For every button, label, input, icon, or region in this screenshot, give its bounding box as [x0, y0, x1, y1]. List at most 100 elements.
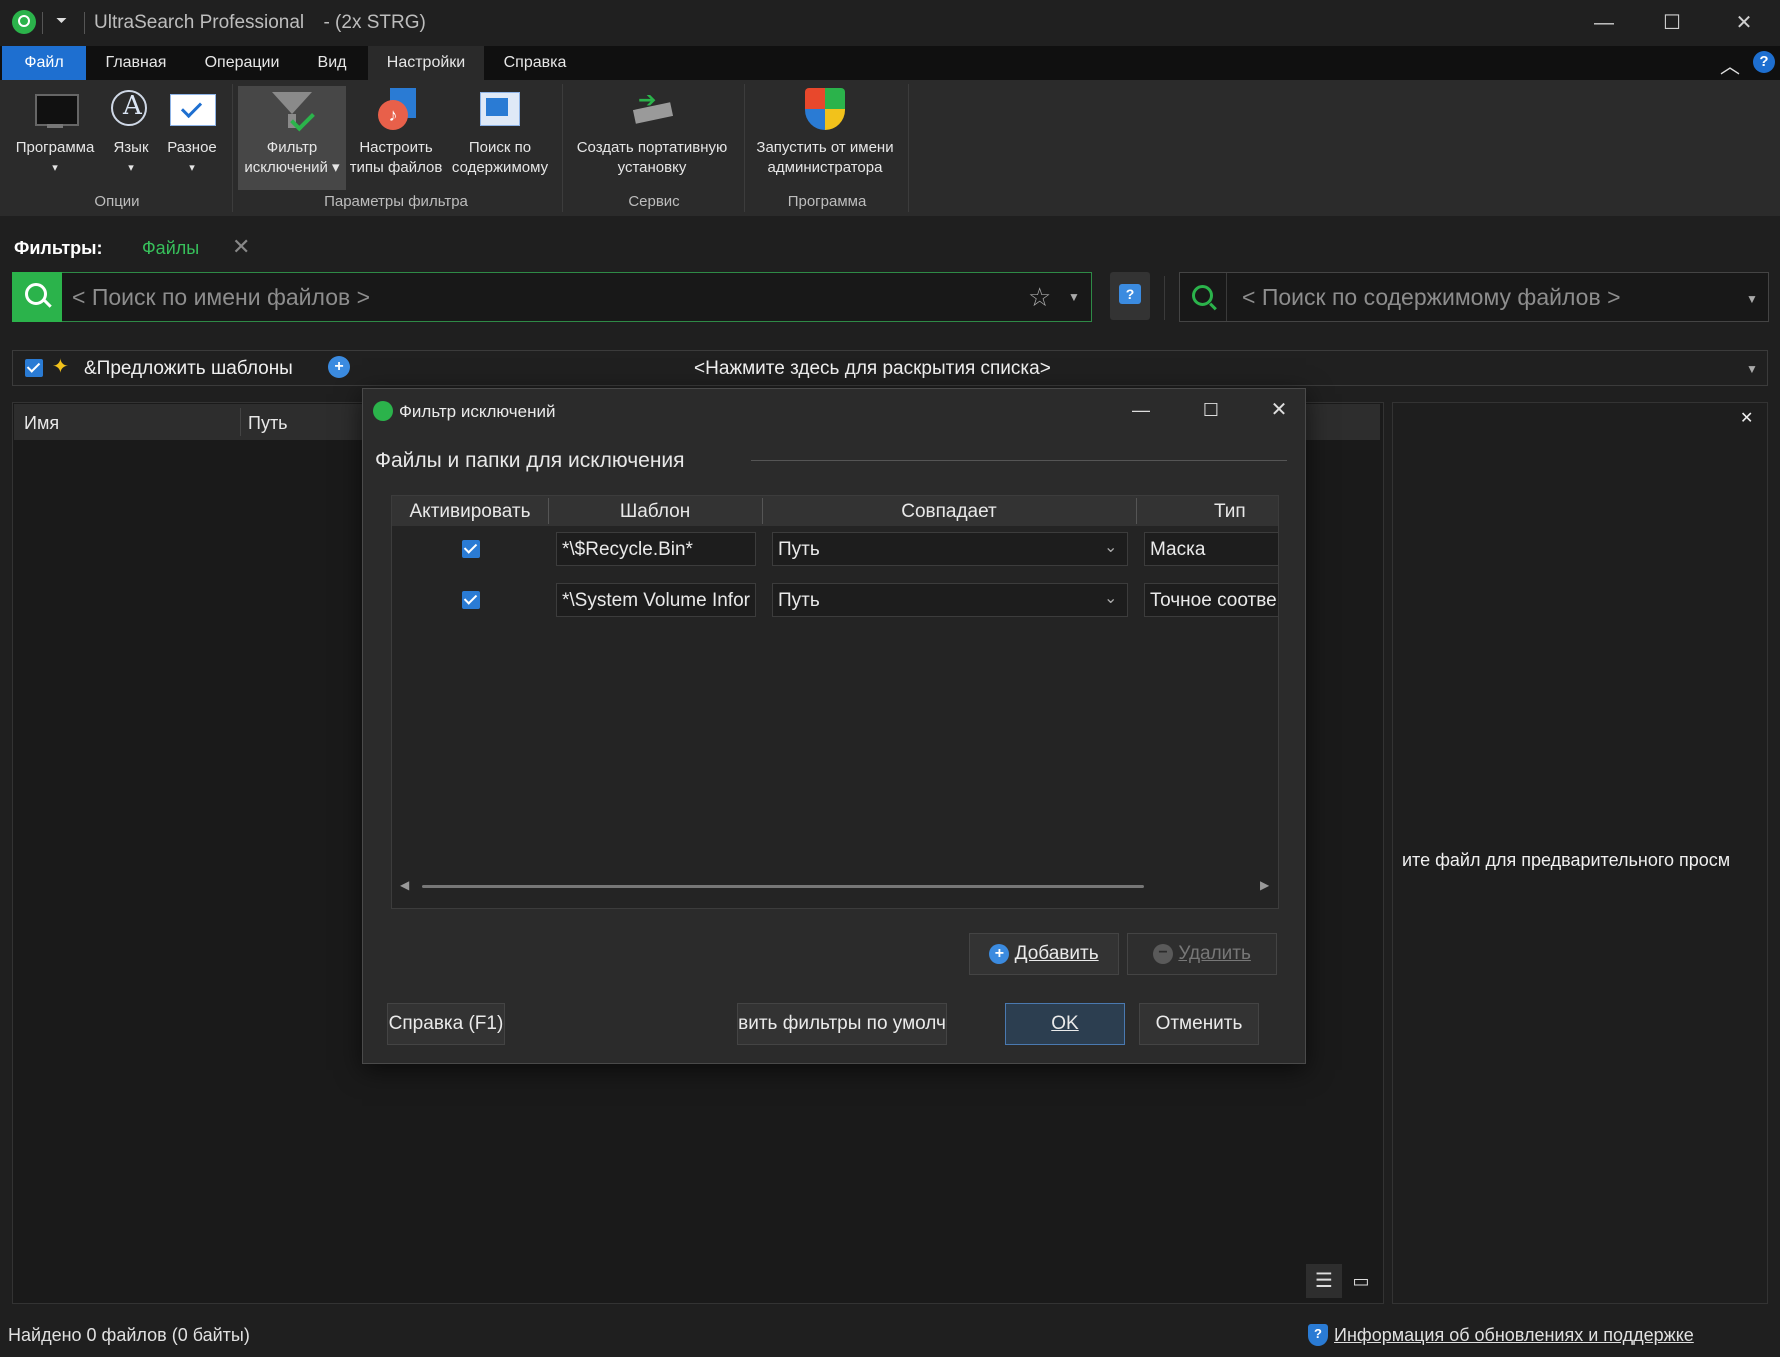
row-match-select[interactable]: Путь: [772, 583, 1128, 617]
search-divider: [1164, 276, 1165, 320]
tab-home[interactable]: Главная: [92, 46, 180, 80]
help-icon[interactable]: ?: [1753, 51, 1775, 73]
tab-settings[interactable]: Настройки: [368, 46, 484, 80]
cancel-button[interactable]: Отменить: [1139, 1003, 1259, 1045]
search-help-button[interactable]: ?: [1110, 272, 1150, 320]
column-header-name[interactable]: Имя: [24, 413, 59, 434]
column-divider[interactable]: [240, 408, 241, 436]
content-search-dropdown-icon[interactable]: ▼: [1746, 292, 1758, 306]
scroll-right-icon[interactable]: ▶: [1260, 878, 1269, 892]
expand-list-label[interactable]: <Нажмите здесь для раскрытия списка>: [694, 358, 1051, 380]
misc-button-label: Разное: [167, 139, 217, 156]
filename-search-input[interactable]: < Поиск по имени файлов >: [72, 284, 370, 311]
row-pattern-field[interactable]: *\System Volume Infor: [556, 583, 756, 617]
content-search-label1: Поиск по: [468, 139, 532, 156]
column-header-pattern[interactable]: Шаблон: [549, 501, 761, 523]
filter-clear-icon[interactable]: ✕: [232, 234, 250, 260]
exclusion-filter-button[interactable]: Фильтр исключений ▾: [238, 86, 346, 190]
window-title-text: UltraSearch Professional: [94, 12, 305, 33]
row-match-select[interactable]: Путь: [772, 532, 1128, 566]
content-search-icon[interactable]: [1180, 273, 1227, 321]
dialog-minimize-button[interactable]: —: [1121, 393, 1161, 427]
row-match-value: Путь: [778, 590, 820, 611]
filters-label: Фильтры:: [14, 238, 103, 258]
favorite-star-icon[interactable]: ☆: [1028, 282, 1051, 313]
preview-view-icon[interactable]: ▭: [1346, 1264, 1376, 1298]
configure-file-types-button[interactable]: ♪ Настроить типы файлов: [348, 86, 444, 178]
ribbon-separator: [232, 84, 233, 212]
column-header-activate[interactable]: Активировать: [392, 501, 548, 523]
remove-button[interactable]: − Удалить: [1127, 933, 1277, 975]
language-button[interactable]: A Язык ▾: [106, 86, 156, 178]
dialog-help-button[interactable]: Справка (F1): [387, 1003, 505, 1045]
dialog-maximize-button[interactable]: ☐: [1191, 393, 1231, 427]
row-activate-checkbox[interactable]: [462, 540, 480, 558]
add-button[interactable]: + Добавить: [969, 933, 1119, 975]
chevron-down-icon[interactable]: ⌄: [1104, 588, 1117, 608]
language-icon: A: [107, 86, 155, 134]
funnel-check-icon: [268, 86, 316, 134]
language-button-label: Язык: [113, 139, 149, 156]
content-search-input[interactable]: < Поиск по содержимому файлов >: [1242, 284, 1621, 311]
row-type-field[interactable]: Точное соотве: [1144, 583, 1278, 617]
restore-defaults-button[interactable]: вить фильтры по умолч: [737, 1003, 947, 1045]
search-icon[interactable]: [12, 272, 62, 322]
add-template-icon[interactable]: +: [328, 356, 350, 378]
row-pattern-field[interactable]: *\$Recycle.Bin*: [556, 532, 756, 566]
exclusion-filter-label2: исключений ▾: [244, 159, 340, 176]
minimize-button[interactable]: —: [1582, 6, 1626, 40]
maximize-button[interactable]: ☐: [1650, 6, 1694, 40]
create-portable-button[interactable]: ➔ Создать портативную установку: [570, 86, 734, 178]
group-label-program: Программа: [787, 193, 867, 210]
tab-help[interactable]: Справка: [492, 46, 578, 80]
quick-access-dropdown-icon[interactable]: ⏷: [56, 12, 67, 29]
tab-view[interactable]: Вид: [302, 46, 362, 80]
suggest-checkbox[interactable]: [25, 359, 43, 377]
tab-file[interactable]: Файл: [2, 46, 86, 80]
row-type-field[interactable]: Маска: [1144, 532, 1278, 566]
close-window-button[interactable]: ✕: [1722, 6, 1766, 40]
program-button[interactable]: Программа ▾: [10, 86, 100, 178]
dialog-close-button[interactable]: ✕: [1259, 393, 1299, 427]
misc-button[interactable]: Разное ▾: [162, 86, 222, 178]
chevron-down-icon[interactable]: ⌄: [1104, 537, 1117, 557]
section-divider: [751, 460, 1287, 461]
ribbon-separator: [562, 84, 563, 212]
details-view-icon[interactable]: ☰: [1306, 1264, 1342, 1298]
language-dropdown-icon: ▾: [128, 162, 134, 174]
suggest-templates-label[interactable]: &Предложить шаблоны: [84, 358, 293, 380]
status-found-count: Найдено 0 файлов (0 байты): [8, 1325, 250, 1345]
exclusion-table[interactable]: Активировать Шаблон Совпадает Тип *\$Rec…: [391, 495, 1279, 909]
create-portable-label2: установку: [617, 159, 687, 176]
run-as-admin-label2: администратора: [767, 159, 883, 176]
scroll-left-icon[interactable]: ◀: [400, 878, 409, 892]
column-header-type[interactable]: Тип: [1214, 501, 1246, 523]
window-title: UltraSearch Professional - (2x STRG): [94, 12, 426, 34]
content-search-button[interactable]: Поиск по содержимому: [448, 86, 552, 178]
add-button-label: Добавить: [1014, 943, 1099, 964]
preview-message: ите файл для предварительного просм: [1402, 850, 1731, 870]
row-activate-checkbox[interactable]: [462, 591, 480, 609]
ribbon-separator: [908, 84, 909, 212]
suggest-dropdown-icon[interactable]: ▼: [1746, 362, 1758, 376]
configure-file-types-label1: Настроить: [359, 139, 433, 156]
filter-tag-files[interactable]: Файлы: [142, 238, 199, 259]
search-history-dropdown-icon[interactable]: ▼: [1068, 290, 1080, 304]
checkbox-window-icon: [168, 86, 216, 134]
remove-icon: −: [1153, 943, 1174, 964]
run-as-admin-button[interactable]: Запустить от имени администратора: [750, 86, 900, 178]
dialog-section-title: Файлы и папки для исключения: [375, 449, 685, 472]
collapse-ribbon-icon[interactable]: ︿: [1720, 50, 1740, 79]
column-header-match[interactable]: Совпадает: [763, 501, 1135, 523]
tab-operations[interactable]: Операции: [192, 46, 292, 80]
update-shield-icon: ?: [1308, 1324, 1328, 1346]
horizontal-scrollbar-thumb[interactable]: [422, 885, 1144, 888]
remove-button-label: Удалить: [1178, 943, 1251, 964]
column-divider[interactable]: [1136, 498, 1137, 524]
monitor-icon: [31, 86, 79, 134]
ok-button[interactable]: OK: [1005, 1003, 1125, 1045]
updates-support-link[interactable]: Информация об обновлениях и поддержке: [1334, 1325, 1694, 1346]
close-preview-icon[interactable]: ✕: [1740, 408, 1753, 428]
column-header-path[interactable]: Путь: [248, 413, 288, 434]
music-file-icon: ♪: [372, 86, 420, 134]
